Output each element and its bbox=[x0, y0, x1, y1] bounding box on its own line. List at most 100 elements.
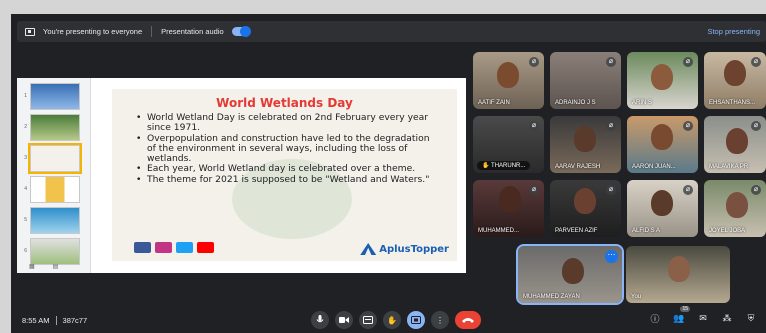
participant-name: AATIF ZAIN bbox=[478, 100, 510, 106]
instagram-icon bbox=[155, 242, 172, 253]
participant-tile[interactable]: ⌀ MALAVIKA PR bbox=[704, 116, 766, 173]
people-icon: 👥 bbox=[673, 312, 685, 323]
logo-mark-icon bbox=[360, 243, 377, 255]
slide-thumbnail[interactable]: 6 bbox=[19, 236, 89, 266]
participant-video bbox=[499, 186, 521, 212]
participant-name: You bbox=[631, 294, 642, 300]
meet-window: You're presenting to everyone Presentati… bbox=[11, 14, 766, 333]
thumb-image bbox=[30, 175, 80, 203]
participant-name: THARUNR... bbox=[491, 163, 526, 169]
raise-hand-button[interactable]: ✋ bbox=[383, 311, 401, 329]
present-now-button[interactable] bbox=[407, 311, 425, 329]
more-options-button[interactable]: ⋮ bbox=[431, 311, 449, 329]
participant-name: PARVEEN AZIF bbox=[555, 228, 598, 234]
slide-bullet: The theme for 2021 is supposed to be "We… bbox=[136, 174, 436, 185]
thumb-image bbox=[30, 237, 80, 265]
participant-video bbox=[726, 192, 748, 218]
thumb-number: 1 bbox=[24, 93, 27, 99]
participant-tile[interactable]: ⌀ AARON JUAN... bbox=[627, 116, 698, 173]
divider bbox=[55, 315, 57, 325]
participant-name: ADRAINJO J S bbox=[555, 100, 596, 106]
participant-tile[interactable]: ⌀ ALFID S A bbox=[627, 180, 698, 237]
slide-thumbnail[interactable]: 2 bbox=[19, 112, 89, 142]
mic-off-icon: ⌀ bbox=[683, 185, 693, 195]
leave-call-button[interactable] bbox=[455, 311, 481, 329]
participant-tile[interactable]: ⌀ JOYEL JOBA bbox=[704, 180, 766, 237]
microphone-icon bbox=[316, 315, 324, 323]
participant-video bbox=[651, 124, 673, 150]
participant-name: ARIN S bbox=[632, 100, 653, 106]
self-video bbox=[668, 256, 690, 282]
meeting-details-button[interactable]: ⓘ bbox=[648, 311, 662, 325]
mic-off-icon: ⌀ bbox=[529, 57, 539, 67]
participant-name: MALAVIKA PR bbox=[709, 164, 749, 170]
participant-name: ALFID S A bbox=[632, 228, 661, 234]
participant-tile[interactable]: ⌀ ADRAINJO J S bbox=[550, 52, 621, 109]
slide-bullet: Overpopulation and construction have led… bbox=[136, 133, 436, 165]
participant-tile[interactable]: ⌀ AARAV RAJESH bbox=[550, 116, 621, 173]
mic-off-icon: ⌀ bbox=[606, 121, 616, 131]
participant-video bbox=[562, 258, 584, 284]
microphone-button[interactable] bbox=[311, 311, 329, 329]
activities-button[interactable]: ⁂ bbox=[720, 311, 734, 325]
slide-thumbnail[interactable]: 1 bbox=[19, 81, 89, 111]
mic-off-icon: ⌀ bbox=[529, 121, 539, 131]
captions-button[interactable] bbox=[359, 311, 377, 329]
host-controls-button[interactable]: ⛨ bbox=[744, 311, 758, 325]
slide-thumbnail[interactable]: 3 bbox=[19, 142, 89, 174]
stop-presenting-button[interactable]: Stop presenting bbox=[707, 27, 760, 36]
participant-tile[interactable]: ⌀ AATIF ZAIN bbox=[473, 52, 544, 109]
camera-button[interactable] bbox=[335, 311, 353, 329]
mic-off-icon: ⌀ bbox=[683, 121, 693, 131]
participant-video bbox=[726, 128, 748, 154]
participant-video bbox=[574, 126, 596, 152]
self-view-tile[interactable]: You bbox=[626, 246, 730, 303]
participant-name: MUHAMMED ZAYAN bbox=[523, 294, 580, 300]
slide-thumbnail[interactable]: 4 bbox=[19, 174, 89, 204]
mic-off-icon: ⌀ bbox=[751, 185, 761, 195]
participant-tile[interactable]: ⌀ PARVEEN AZIF bbox=[550, 180, 621, 237]
mic-off-icon: ⌀ bbox=[683, 57, 693, 67]
people-button[interactable]: 👥 15 bbox=[672, 306, 690, 325]
captions-icon bbox=[363, 316, 373, 324]
thumb-image bbox=[30, 206, 80, 234]
aplustopper-logo: AplusTopper bbox=[360, 243, 449, 255]
presentation-audio-toggle[interactable] bbox=[231, 26, 251, 37]
participant-tile[interactable]: ⌀ EHSANTHANS... bbox=[704, 52, 766, 109]
hang-up-icon bbox=[462, 318, 474, 323]
slide-thumbnail[interactable]: 5 bbox=[19, 205, 89, 235]
shield-lock-icon: ⛨ bbox=[747, 312, 755, 323]
chat-icon: ✉ bbox=[699, 312, 707, 323]
more-options-icon[interactable]: ⋯ bbox=[605, 250, 618, 263]
grid-view-icon[interactable]: ▦ bbox=[29, 263, 35, 270]
shared-screen: 1 2 3 4 5 6 ▦ ▤ World Wetlands Day • Wor… bbox=[17, 78, 466, 273]
participant-video bbox=[574, 188, 596, 214]
thumb-number: 5 bbox=[24, 217, 27, 223]
participant-name: MUHAMMED... bbox=[478, 228, 519, 234]
current-slide: World Wetlands Day World Wetland Day is … bbox=[112, 89, 457, 261]
slide-thumbnails-panel: 1 2 3 4 5 6 ▦ ▤ bbox=[17, 78, 91, 273]
meeting-time: 8:55 AM bbox=[22, 315, 50, 325]
participant-name-chip: ✋ THARUNR... bbox=[477, 161, 531, 170]
participant-tile-active-speaker[interactable]: ⋯ MUHAMMED ZAYAN bbox=[516, 244, 624, 305]
vertical-dots-icon: ⋮ bbox=[436, 315, 444, 325]
thumb-number: 6 bbox=[24, 248, 27, 254]
participant-tile[interactable]: ⌀ MUHAMMED... bbox=[473, 180, 544, 237]
people-count-badge: 15 bbox=[680, 306, 690, 312]
divider bbox=[151, 26, 153, 37]
list-view-icon[interactable]: ▤ bbox=[53, 263, 59, 270]
participant-tile[interactable]: ⌀ ✋ THARUNR... bbox=[473, 116, 544, 173]
participant-video bbox=[651, 190, 673, 216]
meeting-controls-bar: 8:55 AM 387c77 ✋ ⋮ ⓘ 👥 15 ✉ ⁂ ⛨ bbox=[11, 306, 766, 333]
thumb-image bbox=[30, 82, 80, 110]
mic-off-icon: ⌀ bbox=[606, 57, 616, 67]
chat-button[interactable]: ✉ bbox=[696, 311, 710, 325]
participant-tile[interactable]: ⌀ ARIN S bbox=[627, 52, 698, 109]
side-panel-controls: ⓘ 👥 15 ✉ ⁂ ⛨ bbox=[648, 306, 758, 325]
info-icon: ⓘ bbox=[650, 313, 660, 324]
social-icons bbox=[134, 242, 214, 253]
thumb-view-controls: ▦ ▤ bbox=[29, 263, 58, 270]
thumb-image-selected bbox=[28, 142, 82, 174]
hand-icon: ✋ bbox=[387, 315, 397, 325]
shapes-icon: ⁂ bbox=[722, 312, 732, 323]
